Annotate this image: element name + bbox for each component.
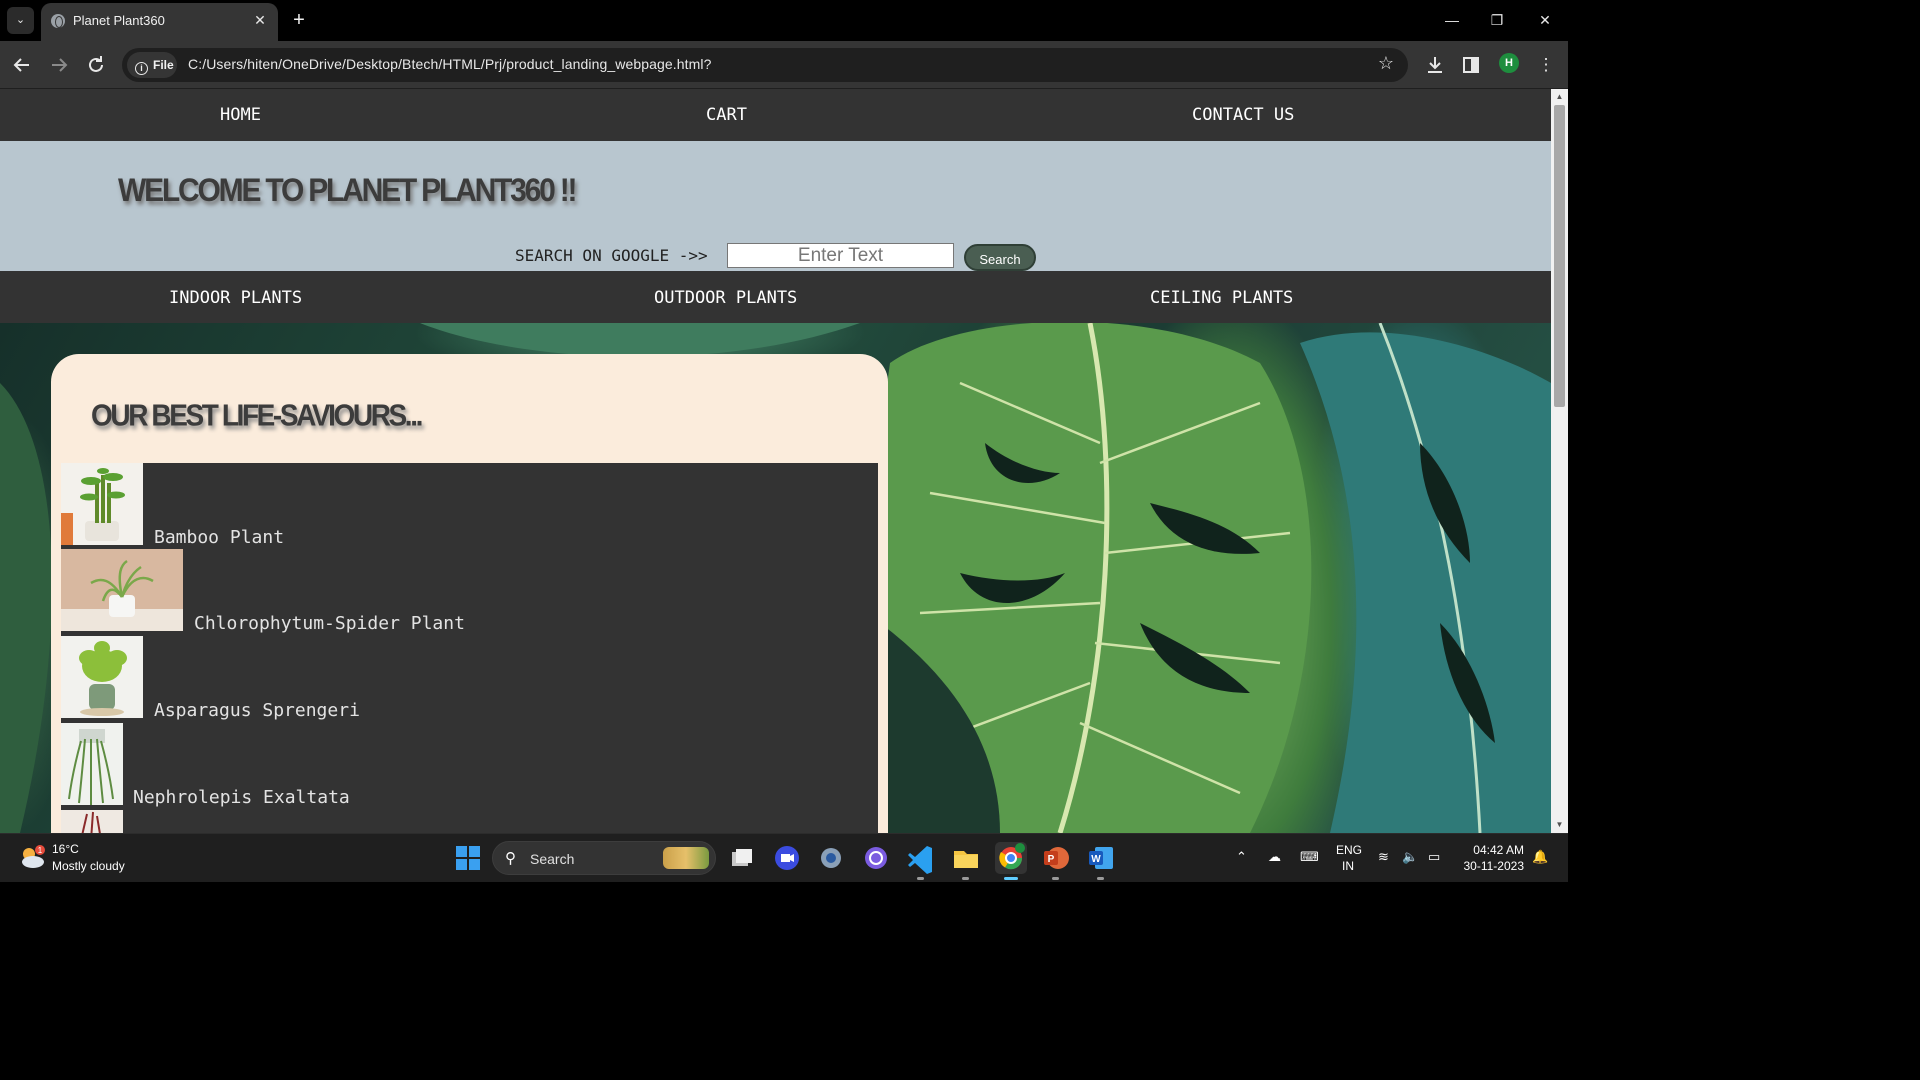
running-indicator bbox=[917, 877, 924, 880]
language-indicator[interactable]: ENG bbox=[1336, 843, 1362, 857]
tab-search-button[interactable]: ⌄ bbox=[7, 7, 34, 34]
powerpoint-icon[interactable]: P bbox=[1040, 842, 1072, 880]
back-arrow-icon[interactable] bbox=[10, 53, 34, 77]
taskbar-search-label: Search bbox=[530, 851, 575, 867]
plant-name: Nephrolepis Exaltata bbox=[133, 787, 350, 808]
restore-button[interactable]: ❐ bbox=[1482, 6, 1512, 34]
category-navigation: INDOOR PLANTS OUTDOOR PLANTS CEILING PLA… bbox=[0, 271, 1551, 323]
weather-temperature[interactable]: 16°C bbox=[52, 842, 79, 856]
indoor-plants-link[interactable]: INDOOR PLANTS bbox=[169, 288, 302, 308]
reload-icon[interactable] bbox=[84, 53, 108, 77]
copilot-icon[interactable] bbox=[860, 842, 892, 874]
best-plants-card: OUR BEST LIFE-SAVIOURS... Bamboo Plant C… bbox=[51, 354, 888, 833]
minimize-button[interactable]: — bbox=[1437, 6, 1467, 34]
tab-close-button[interactable]: ✕ bbox=[251, 11, 269, 29]
search-label: SEARCH ON GOOGLE ->> bbox=[515, 246, 708, 265]
fern-plant-photo bbox=[61, 723, 123, 805]
plant-name: Bamboo Plant bbox=[154, 527, 285, 548]
nav-contact-link[interactable]: CONTACT US bbox=[1192, 105, 1294, 125]
plant-photo-partial bbox=[61, 810, 123, 833]
google-search-input[interactable]: Enter Text bbox=[727, 243, 954, 268]
browser-tab[interactable]: Planet Plant360 ✕ bbox=[41, 3, 278, 41]
windows-start-icon[interactable] bbox=[452, 842, 484, 874]
wifi-icon[interactable]: ≋ bbox=[1378, 849, 1389, 865]
nav-home-link[interactable]: HOME bbox=[220, 105, 261, 125]
info-icon: i bbox=[135, 62, 148, 75]
chrome-icon[interactable] bbox=[995, 842, 1027, 880]
word-icon[interactable]: W bbox=[1085, 842, 1117, 880]
windows-taskbar: 1 16°C Mostly cloudy ⚲ Search P W ⌃ ☁ ⌨ … bbox=[0, 833, 1568, 882]
page-viewport: HOME CART CONTACT US WELCOME TO PLANET P… bbox=[0, 89, 1551, 833]
taskbar-search[interactable]: ⚲ Search bbox=[492, 841, 716, 875]
close-window-button[interactable]: ✕ bbox=[1530, 6, 1560, 34]
page-scrollbar[interactable]: ▲ ▼ bbox=[1551, 89, 1568, 833]
download-icon[interactable] bbox=[1423, 53, 1447, 77]
globe-icon bbox=[51, 14, 65, 28]
svg-text:W: W bbox=[1091, 854, 1101, 865]
side-panel-icon[interactable] bbox=[1459, 53, 1483, 77]
running-indicator bbox=[1097, 877, 1104, 880]
file-explorer-icon[interactable] bbox=[950, 842, 982, 880]
forward-arrow-icon[interactable] bbox=[47, 53, 71, 77]
kebab-menu-icon[interactable]: ⋮ bbox=[1534, 53, 1558, 77]
url-text[interactable]: C:/Users/hiten/OneDrive/Desktop/Btech/HT… bbox=[188, 56, 712, 72]
settings-gear-icon[interactable] bbox=[815, 842, 847, 874]
spider-plant-photo bbox=[61, 549, 183, 631]
clock-time[interactable]: 04:42 AM bbox=[1470, 843, 1524, 857]
search-highlight-image bbox=[663, 847, 709, 869]
keyboard-icon[interactable]: ⌨ bbox=[1300, 849, 1319, 865]
bookmark-star-icon[interactable]: ☆ bbox=[1378, 53, 1394, 74]
search-button[interactable]: Search bbox=[964, 244, 1036, 271]
outdoor-plants-link[interactable]: OUTDOOR PLANTS bbox=[654, 288, 797, 308]
active-indicator bbox=[1004, 877, 1018, 880]
scroll-up-arrow-icon[interactable]: ▲ bbox=[1551, 89, 1568, 105]
site-info-chip[interactable]: i File bbox=[127, 52, 177, 78]
vscode-icon[interactable] bbox=[905, 842, 937, 880]
new-tab-button[interactable]: + bbox=[288, 8, 310, 32]
plant-name: Chlorophytum-Spider Plant bbox=[194, 613, 465, 634]
ceiling-plants-link[interactable]: CEILING PLANTS bbox=[1150, 288, 1293, 308]
volume-icon[interactable]: 🔈 bbox=[1402, 849, 1418, 865]
browser-tab-strip: ⌄ Planet Plant360 ✕ + — ❐ ✕ bbox=[0, 0, 1568, 41]
plant-list: Bamboo Plant Chlorophytum-Spider Plant A… bbox=[61, 463, 878, 833]
clock-date[interactable]: 30-11-2023 bbox=[1460, 859, 1525, 873]
task-view-icon[interactable] bbox=[726, 842, 758, 874]
profile-avatar[interactable]: H bbox=[1499, 53, 1519, 73]
address-bar[interactable]: i File C:/Users/hiten/OneDrive/Desktop/Bt… bbox=[122, 48, 1408, 82]
plant-name: Asparagus Sprengeri bbox=[154, 700, 360, 721]
scroll-down-arrow-icon[interactable]: ▼ bbox=[1551, 817, 1568, 833]
tab-title: Planet Plant360 bbox=[73, 13, 165, 28]
onedrive-cloud-icon[interactable]: ☁ bbox=[1268, 849, 1281, 865]
browser-toolbar: i File C:/Users/hiten/OneDrive/Desktop/Bt… bbox=[0, 41, 1568, 89]
welcome-heading: WELCOME TO PLANET PLANT360 !! bbox=[118, 173, 578, 209]
search-icon: ⚲ bbox=[505, 850, 516, 867]
asparagus-plant-photo bbox=[61, 636, 143, 718]
show-hidden-icons-chevron-icon[interactable]: ⌃ bbox=[1236, 849, 1247, 865]
svg-text:1: 1 bbox=[38, 846, 43, 855]
card-title: OUR BEST LIFE-SAVIOURS... bbox=[91, 398, 423, 433]
scroll-thumb[interactable] bbox=[1554, 105, 1565, 407]
notification-bell-icon[interactable]: 🔔 bbox=[1532, 849, 1548, 865]
weather-description[interactable]: Mostly cloudy bbox=[52, 859, 125, 873]
bamboo-plant-photo bbox=[61, 463, 143, 545]
running-indicator bbox=[1052, 877, 1059, 880]
top-navigation: HOME CART CONTACT US bbox=[0, 89, 1551, 141]
cloudy-weather-icon[interactable]: 1 bbox=[18, 843, 46, 871]
nav-cart-link[interactable]: CART bbox=[706, 105, 747, 125]
welcome-banner: WELCOME TO PLANET PLANT360 !! SEARCH ON … bbox=[0, 141, 1551, 271]
running-indicator bbox=[962, 877, 969, 880]
svg-text:P: P bbox=[1048, 854, 1055, 865]
region-indicator[interactable]: IN bbox=[1342, 859, 1354, 873]
teams-meet-icon[interactable] bbox=[771, 842, 803, 874]
battery-icon[interactable]: ▭ bbox=[1428, 849, 1440, 865]
